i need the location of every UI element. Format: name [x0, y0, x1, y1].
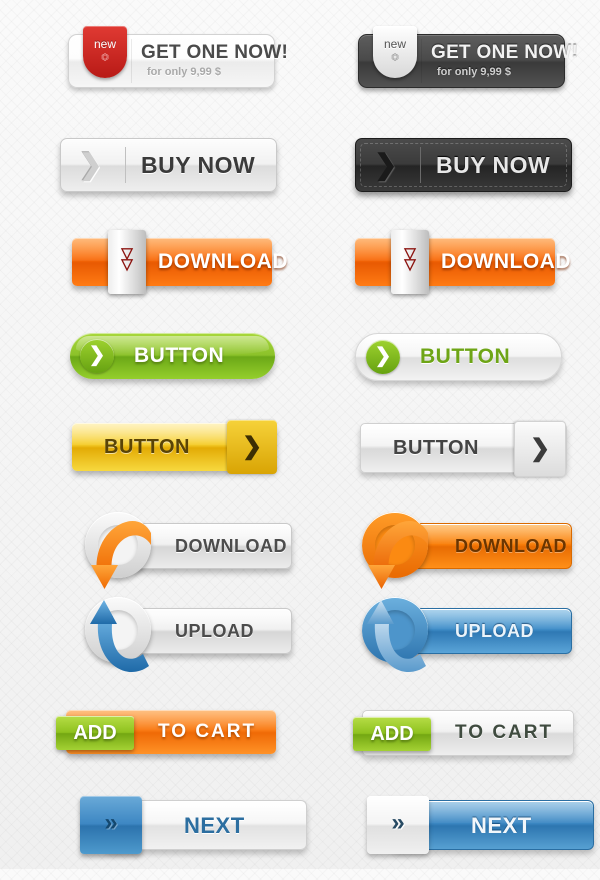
- download-label: DOWNLOAD: [441, 250, 571, 273]
- get-one-now-subtitle: for only 9,99 $: [437, 66, 511, 78]
- to-cart-label: TO CART: [455, 722, 554, 743]
- chevron-right-icon: ❯: [529, 435, 551, 462]
- next-button-blue[interactable]: » NEXT: [367, 796, 594, 854]
- add-tab-label: ADD: [370, 723, 414, 745]
- row-button-arrow-bar: BUTTON ❯ BUTTON ❯: [0, 415, 600, 505]
- double-chevron-down-icon: ▽ ▽: [404, 245, 416, 273]
- buy-now-label: BUY NOW: [436, 152, 551, 178]
- get-one-now-title: GET ONE NOW!: [431, 42, 579, 63]
- row-download-circle: DOWNLOAD DOWNLOAD: [0, 505, 600, 595]
- download-tab: ▽ ▽: [108, 230, 146, 294]
- download-button-orange-left[interactable]: ▽ ▽ DOWNLOAD: [72, 230, 287, 294]
- button-bar-gold[interactable]: BUTTON ❯: [72, 420, 277, 474]
- divider: [131, 39, 132, 83]
- row-download-tab: ▽ ▽ DOWNLOAD ▽ ▽ DOWNLOAD: [0, 228, 600, 318]
- button-bar-silver[interactable]: BUTTON ❯: [360, 421, 567, 477]
- to-cart-label: TO CART: [158, 721, 257, 742]
- curved-arrow-down-icon: [91, 521, 151, 589]
- new-badge-ribbon: new ⏣: [373, 26, 417, 78]
- arrow-right-circle-icon: ❯: [366, 340, 400, 374]
- divider: [420, 147, 421, 183]
- button-label: BUTTON: [104, 436, 190, 458]
- next-label: NEXT: [471, 813, 532, 838]
- download-label: DOWNLOAD: [455, 536, 567, 556]
- new-badge-label: new: [383, 37, 406, 51]
- row-button-pill: ❯ BUTTON ❯ BUTTON: [0, 325, 600, 415]
- chevron-down-icon: ⏣: [391, 52, 399, 62]
- upload-label: UPLOAD: [175, 621, 254, 641]
- next-tab: »: [80, 796, 142, 854]
- button-label: BUTTON: [393, 437, 479, 459]
- arrow-tab[interactable]: ❯: [227, 420, 277, 474]
- get-one-now-button-dark[interactable]: new ⏣ GET ONE NOW! for only 9,99 $: [358, 26, 578, 88]
- chevron-right-icon: ❯: [241, 433, 263, 460]
- get-one-now-button-light[interactable]: new ⏣ GET ONE NOW! for only 9,99 $: [68, 26, 288, 88]
- double-chevron-right-icon: »: [391, 809, 405, 836]
- next-tab: »: [367, 796, 429, 854]
- row-buy-now: ❯ BUY NOW ❯ BUY NOW: [0, 130, 600, 220]
- row-get-one-now: new ⏣ GET ONE NOW! for only 9,99 $ new ⏣…: [0, 22, 600, 112]
- arrow-right-circle-icon: ❯: [80, 339, 114, 373]
- get-one-now-title: GET ONE NOW!: [141, 42, 289, 63]
- add-tab[interactable]: ADD: [56, 716, 134, 750]
- row-add-to-cart: ADD TO CART ADD TO CART: [0, 698, 600, 788]
- divider: [125, 147, 126, 183]
- button-label: BUTTON: [420, 345, 511, 368]
- download-label: DOWNLOAD: [175, 536, 287, 556]
- download-tab: ▽ ▽: [391, 230, 429, 294]
- next-label: NEXT: [184, 813, 245, 838]
- double-chevron-right-icon: »: [104, 809, 118, 836]
- buy-now-label: BUY NOW: [141, 152, 256, 178]
- add-tab[interactable]: ADD: [353, 717, 431, 751]
- button-label: BUTTON: [134, 344, 225, 367]
- add-to-cart-button-orange[interactable]: ADD TO CART: [56, 710, 276, 754]
- chevron-right-icon: ❯: [374, 149, 398, 180]
- buy-now-button-light[interactable]: ❯ BUY NOW: [60, 138, 277, 192]
- button-pill-green[interactable]: ❯ BUTTON: [70, 333, 275, 379]
- button-kit-sheet: new ⏣ GET ONE NOW! for only 9,99 $ new ⏣…: [0, 0, 600, 869]
- arrow-tab[interactable]: ❯: [514, 421, 566, 477]
- curved-arrow-up-icon: [90, 600, 149, 672]
- row-upload-circle: UPLOAD UPLOAD: [0, 592, 600, 682]
- add-tab-label: ADD: [73, 722, 117, 744]
- curved-arrow-up-icon: [367, 600, 426, 672]
- chevron-down-icon: ⏣: [101, 52, 109, 62]
- download-button-orange-right[interactable]: ▽ ▽ DOWNLOAD: [355, 230, 570, 294]
- button-pill-silver[interactable]: ❯ BUTTON: [355, 333, 562, 381]
- new-badge-ribbon: new ⏣: [83, 26, 127, 78]
- row-next: » NEXT » NEXT: [0, 790, 600, 880]
- new-badge-label: new: [93, 37, 116, 51]
- upload-label: UPLOAD: [455, 621, 534, 641]
- get-one-now-subtitle: for only 9,99 $: [147, 66, 221, 78]
- buy-now-button-dark[interactable]: ❯ BUY NOW: [355, 138, 572, 192]
- chevron-right-icon: ❯: [79, 149, 103, 180]
- next-button-light[interactable]: » NEXT: [80, 796, 307, 854]
- download-label: DOWNLOAD: [158, 250, 288, 273]
- double-chevron-down-icon: ▽ ▽: [121, 245, 133, 273]
- add-to-cart-button-silver[interactable]: ADD TO CART: [353, 710, 574, 756]
- divider: [421, 39, 422, 83]
- curved-arrow-down-icon: [368, 521, 428, 589]
